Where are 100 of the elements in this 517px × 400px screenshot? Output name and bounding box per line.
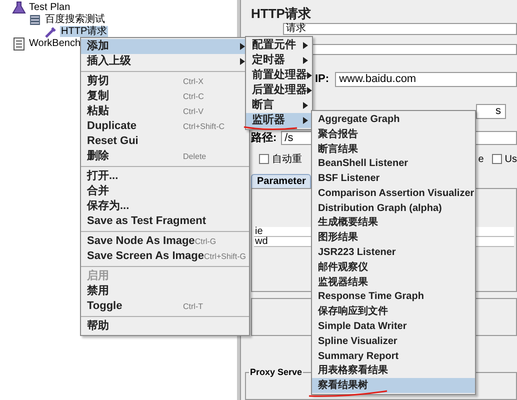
shortcut-label: Ctrl-V: [183, 106, 204, 118]
menu-item-label: 粘贴: [87, 104, 109, 120]
name-field[interactable]: 请求: [283, 23, 517, 35]
menu-item[interactable]: 前置处理器: [246, 68, 312, 83]
tree-node[interactable]: WorkBench: [28, 38, 82, 49]
menu-item-label: Reset Gui: [87, 134, 138, 150]
shortcut-label: Delete: [183, 150, 208, 162]
field-label: IP:: [315, 72, 330, 88]
menu-item-label: 前置处理器: [252, 68, 307, 84]
menu-item[interactable]: Aggregate Graph: [312, 112, 475, 127]
flask-icon: [12, 0, 26, 14]
menu-item-label: 启用: [87, 268, 109, 284]
checkbox-label: e: [478, 152, 484, 167]
frame-legend: Proxy Serve: [249, 366, 304, 378]
menu-item-label: 配置元件: [252, 38, 296, 54]
menu-item-label: 合并: [87, 184, 109, 200]
server-field[interactable]: www.baidu.com: [335, 72, 517, 88]
dropper-icon: [44, 24, 58, 38]
shortcut-label: Ctrl+Shift-C: [183, 120, 226, 132]
menu-item-label: 打开...: [87, 168, 118, 184]
menu-item-label: 断言: [252, 98, 274, 114]
menu-item-label: Summary Report: [318, 350, 399, 364]
menu-item[interactable]: BSF Listener: [312, 171, 475, 186]
spool-icon: [28, 12, 42, 26]
menu-item-label: 复制: [87, 88, 109, 104]
menu-item-label: Distribution Graph (alpha): [318, 202, 442, 216]
protocol-field[interactable]: s: [476, 104, 506, 119]
shortcut-label: Ctrl-X: [183, 76, 204, 88]
menu-item-label: Toggle: [87, 299, 122, 314]
menu-item[interactable]: Summary Report: [312, 348, 475, 364]
menu-item[interactable]: 后置处理器: [246, 83, 312, 98]
menu-item-label: 后置处理器: [252, 82, 307, 98]
menu-item[interactable]: 剪切 Ctrl-X: [81, 74, 249, 89]
tree-node[interactable]: 百度搜索测试: [44, 14, 106, 25]
menu-item[interactable]: 禁用: [81, 284, 249, 299]
menu-item[interactable]: 保存响应到文件: [312, 304, 475, 320]
menu-item-label: 断言结果: [318, 142, 358, 156]
menu-item[interactable]: 复制 Ctrl-C: [81, 89, 249, 104]
menu-item-label: JSR223 Listener: [318, 246, 396, 260]
tree-node[interactable]: HTTP请求: [60, 26, 108, 37]
menu-item-label: 帮助: [87, 318, 109, 334]
menu-item-label: Simple Data Writer: [318, 320, 407, 334]
menu-item[interactable]: 插入上级: [81, 54, 249, 69]
parameters-tab[interactable]: Parameter: [251, 174, 311, 188]
menu-item[interactable]: Save Screen As ImageCtrl+Shift-G: [81, 249, 249, 264]
menu-item-label: 保存响应到文件: [318, 304, 388, 320]
menu-item[interactable]: Save as Test Fragment: [81, 214, 249, 229]
menu-item[interactable]: 保存为...: [81, 199, 249, 214]
menu-item[interactable]: 合并: [81, 184, 249, 199]
menu-item-label: Duplicate: [87, 119, 137, 134]
menu-item-label: Save Screen As Image: [87, 249, 204, 264]
menu-item[interactable]: 打开...: [81, 169, 249, 184]
menu-item[interactable]: 聚合报告: [312, 126, 475, 142]
menu-item[interactable]: 察看结果树: [312, 378, 475, 394]
menu-item[interactable]: 粘贴 Ctrl-V: [81, 104, 249, 119]
list-icon: [12, 36, 26, 50]
menu-item-label: 定时器: [252, 52, 285, 68]
menu-item[interactable]: 配置元件: [246, 38, 312, 53]
menu-item[interactable]: 监视器结果: [312, 274, 475, 290]
menu-item[interactable]: Toggle Ctrl-T: [81, 299, 249, 314]
menu-item-label: 邮件观察仪: [318, 260, 368, 275]
menu-item-label: Response Time Graph: [318, 290, 424, 304]
menu-item-label: BeanShell Listener: [318, 157, 408, 172]
menu-item-label: 删除: [87, 148, 109, 164]
menu-item-label: 聚合报告: [318, 128, 358, 142]
menu-item[interactable]: BeanShell Listener: [312, 156, 475, 172]
menu-item[interactable]: 断言结果: [312, 142, 475, 156]
menu-item-label: 添加: [87, 38, 109, 54]
tree-node[interactable]: Test Plan: [28, 2, 72, 13]
menu-item[interactable]: 邮件观察仪: [312, 260, 475, 275]
shortcut-label: Ctrl-G: [194, 236, 218, 248]
menu-item-label: 察看结果树: [318, 378, 368, 394]
menu-item-label: 用表格察看结果: [318, 364, 388, 378]
checkbox[interactable]: [259, 154, 269, 164]
menu-item[interactable]: 帮助: [81, 319, 249, 334]
menu-item[interactable]: 用表格察看结果: [312, 364, 475, 378]
menu-item[interactable]: Save Node As ImageCtrl-G: [81, 234, 249, 249]
menu-item[interactable]: 定时器: [246, 53, 312, 68]
menu-item[interactable]: Spline Visualizer: [312, 334, 475, 349]
menu-item-label: Spline Visualizer: [318, 334, 398, 349]
menu-item-label: 保存为...: [87, 198, 130, 214]
menu-item-label: BSF Listener: [318, 172, 380, 186]
annotation-underline: [243, 125, 298, 131]
checkbox-label: Us: [504, 152, 517, 167]
menu-item[interactable]: 断言: [246, 98, 312, 113]
field-label: 路径:: [251, 130, 277, 146]
shortcut-label: Ctrl-T: [183, 300, 204, 312]
menu-item[interactable]: Duplicate Ctrl+Shift-C: [81, 119, 249, 134]
menu-item[interactable]: 删除 Delete: [81, 149, 249, 164]
menu-item[interactable]: JSR223 Listener: [312, 245, 475, 260]
menu-item-label: 监听器: [252, 112, 285, 128]
shortcut-label: Ctrl+Shift-G: [204, 250, 246, 262]
menu-item[interactable]: Simple Data Writer: [312, 319, 475, 334]
checkbox[interactable]: [492, 154, 502, 164]
menu-item-label: Save Node As Image: [87, 234, 195, 250]
menu-item[interactable]: Distribution Graph (alpha): [312, 200, 475, 216]
menu-item[interactable]: Reset Gui: [81, 134, 249, 149]
menu-item[interactable]: Response Time Graph: [312, 290, 475, 304]
menu-item[interactable]: 监听器: [246, 113, 312, 128]
menu-item-label: 插入上级: [87, 54, 131, 70]
